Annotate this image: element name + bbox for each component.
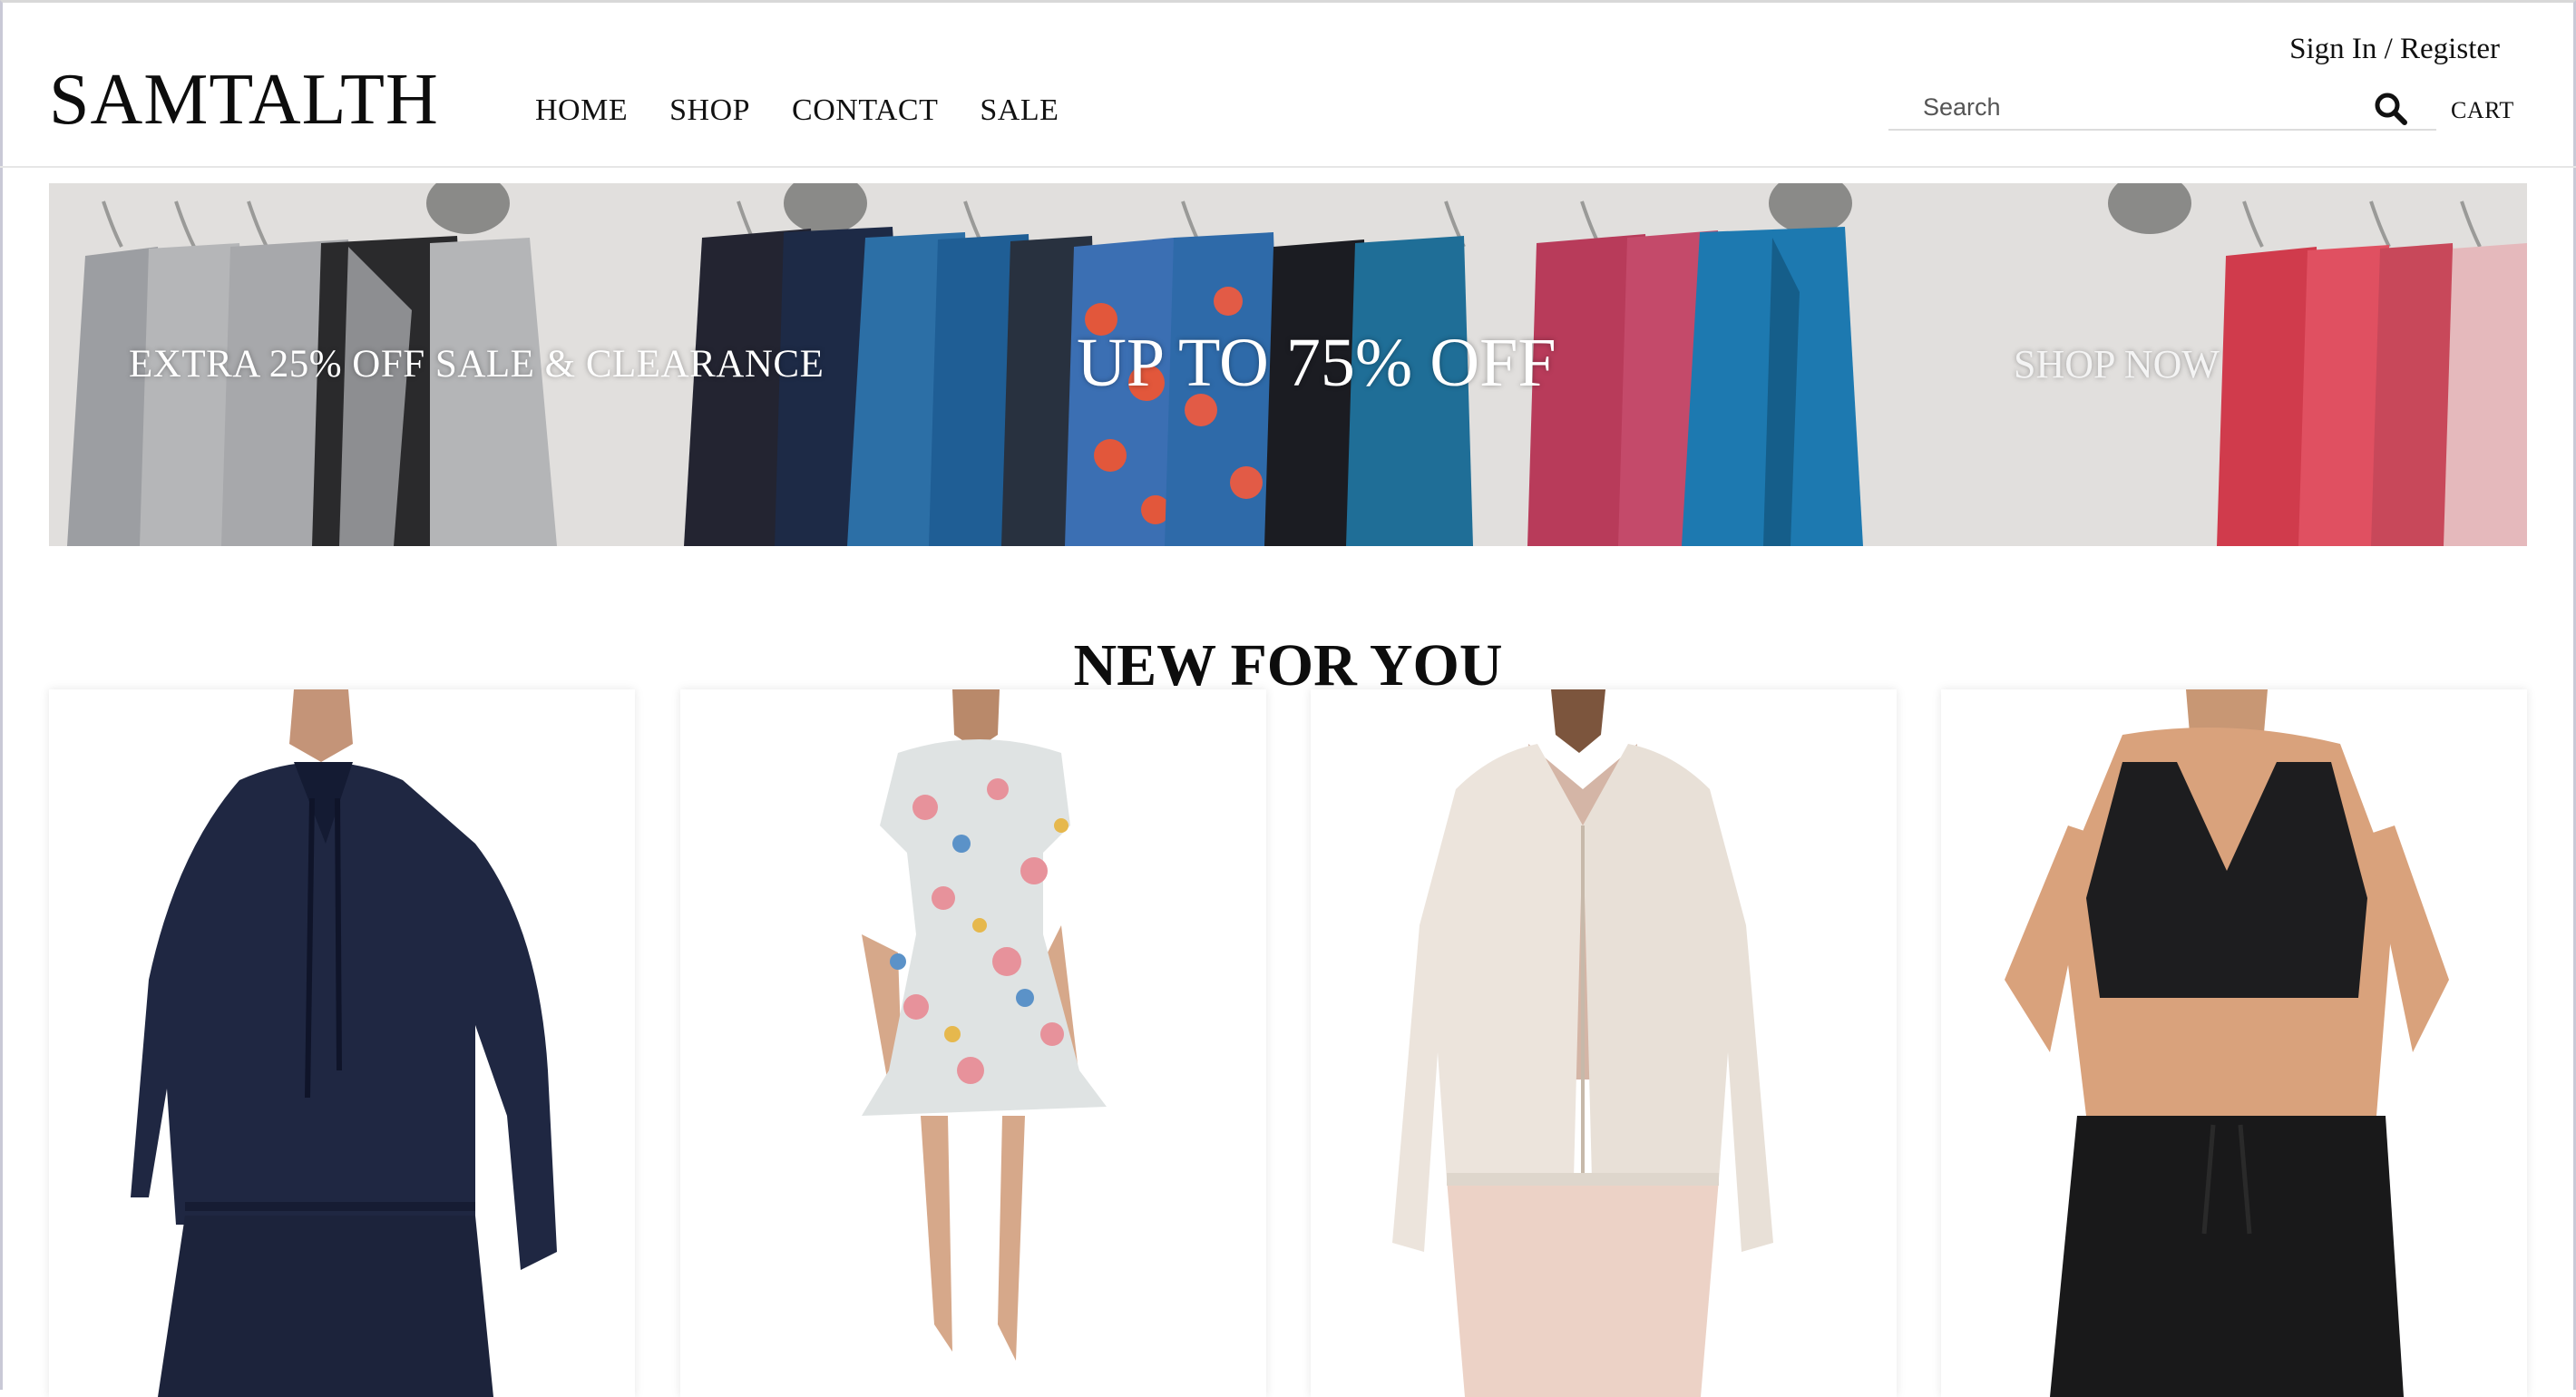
- site-header: SAMTALTH HOME SHOP CONTACT SALE Sign In …: [0, 0, 2576, 168]
- nav-contact-link[interactable]: CONTACT: [792, 87, 938, 134]
- search-input[interactable]: [1923, 89, 2358, 125]
- product-card[interactable]: [1311, 689, 1897, 1397]
- search-icon[interactable]: [2373, 91, 2409, 127]
- floral-dress-image: [680, 689, 1266, 1397]
- banner-left-text: EXTRA 25% OFF SALE & CLEARANCE: [129, 343, 825, 386]
- nav-home-link[interactable]: HOME: [535, 87, 628, 134]
- signin-register-link[interactable]: Sign In / Register: [2289, 27, 2500, 71]
- main-nav: HOME SHOP CONTACT SALE: [535, 87, 1059, 134]
- product-card[interactable]: [1941, 689, 2527, 1397]
- banner-headline: UP TO 75% OFF: [1077, 325, 1556, 401]
- nav-sale-link[interactable]: SALE: [980, 87, 1059, 134]
- sale-banner[interactable]: EXTRA 25% OFF SALE & CLEARANCE UP TO 75%…: [49, 183, 2527, 546]
- navy-hoodie-image: [49, 689, 635, 1397]
- search-bar: [1888, 87, 2436, 131]
- brand-logo[interactable]: SAMTALTH: [49, 56, 439, 143]
- cart-link[interactable]: CART: [2451, 94, 2514, 127]
- nav-shop-link[interactable]: SHOP: [669, 87, 750, 134]
- product-card[interactable]: [49, 689, 635, 1397]
- cream-jacket-image: [1311, 689, 1897, 1397]
- shop-now-link[interactable]: SHOP NOW: [2014, 337, 2220, 392]
- product-card[interactable]: [680, 689, 1266, 1397]
- black-bra-top-image: [1941, 689, 2527, 1397]
